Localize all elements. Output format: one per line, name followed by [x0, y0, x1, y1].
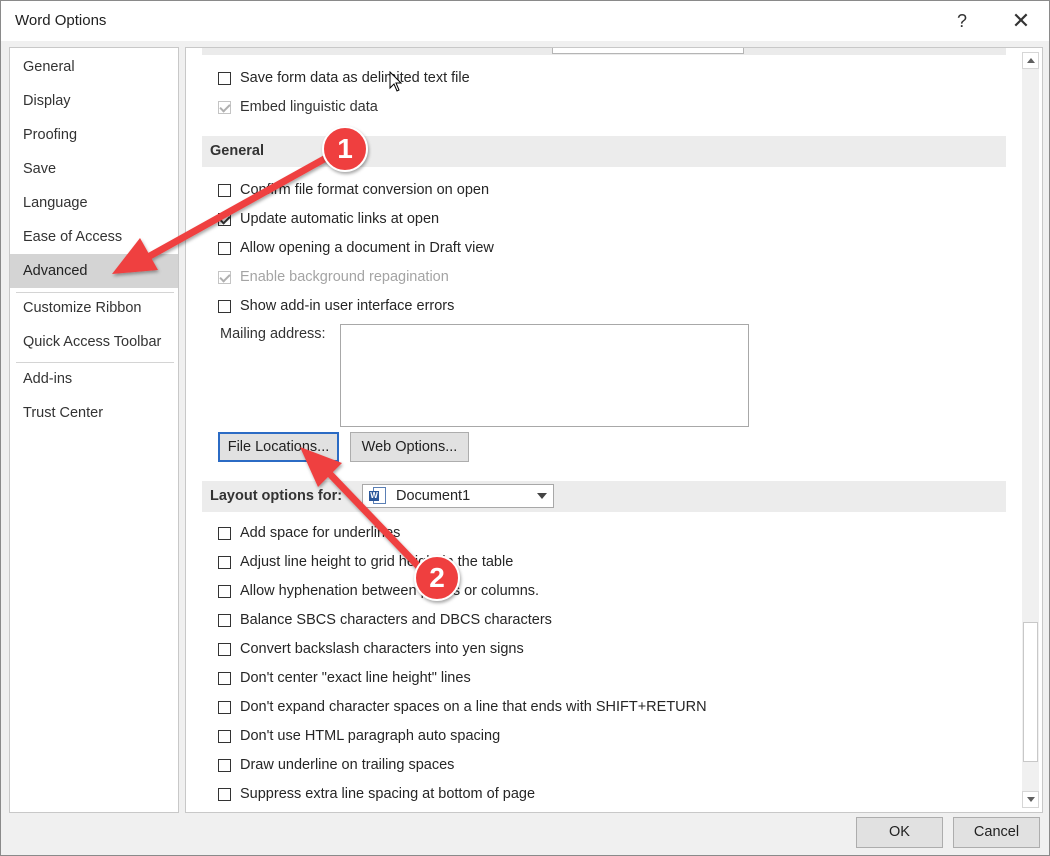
nav-item-trust-center[interactable]: Trust Center — [10, 396, 178, 430]
layout-document-value: Document1 — [396, 488, 471, 504]
title-bar: Word Options ? ✕ — [1, 1, 1049, 41]
cancel-button[interactable]: Cancel — [953, 817, 1040, 848]
vertical-scrollbar[interactable] — [1022, 52, 1039, 808]
checkbox[interactable] — [218, 671, 231, 685]
layout-document-dropdown[interactable]: W Document1 — [362, 484, 554, 508]
nav-item-ease-of-access[interactable]: Ease of Access — [10, 220, 178, 254]
mailing-address-input[interactable] — [340, 324, 749, 427]
balance-sbcs-option[interactable]: Balance SBCS characters and DBCS charact… — [218, 610, 552, 630]
close-icon[interactable]: ✕ — [1007, 7, 1035, 35]
scroll-thumb[interactable] — [1023, 622, 1038, 762]
scroll-down-button[interactable] — [1022, 791, 1039, 808]
checkbox[interactable] — [218, 729, 231, 743]
mouse-cursor-icon — [389, 71, 403, 92]
previous-section-edge — [202, 48, 1006, 55]
step-badge-1: 1 — [322, 126, 368, 172]
checkbox-checked[interactable] — [218, 100, 231, 114]
dont-center-option[interactable]: Don't center "exact line height" lines — [218, 668, 471, 688]
nav-item-add-ins[interactable]: Add-ins — [10, 362, 178, 396]
checkbox[interactable] — [218, 71, 231, 85]
word-options-dialog: Word Options ? ✕ General Display Proofin… — [0, 0, 1050, 856]
update-links-option[interactable]: Update automatic links at open — [218, 209, 439, 229]
nav-item-customize-ribbon[interactable]: Customize Ribbon — [10, 291, 178, 325]
checkbox[interactable] — [218, 700, 231, 714]
nav-item-general[interactable]: General — [10, 50, 178, 84]
embed-linguistic-data-option[interactable]: Embed linguistic data — [218, 97, 378, 117]
nav-item-display[interactable]: Display — [10, 84, 178, 118]
word-document-icon: W — [369, 487, 387, 505]
file-locations-button[interactable]: File Locations... — [218, 432, 339, 462]
checkbox[interactable] — [218, 526, 231, 540]
checkbox[interactable] — [218, 758, 231, 772]
save-form-data-option[interactable]: Save form data as delimited text file — [218, 68, 470, 88]
backslash-yen-option[interactable]: Convert backslash characters into yen si… — [218, 639, 524, 659]
underline-trailing-option[interactable]: Draw underline on trailing spaces — [218, 755, 454, 775]
step-badge-2: 2 — [414, 555, 460, 601]
scroll-up-button[interactable] — [1022, 52, 1039, 69]
confirm-conversion-option[interactable]: Confirm file format conversion on open — [218, 180, 489, 200]
checkbox[interactable] — [218, 183, 231, 197]
arrow-up-icon — [1026, 58, 1035, 63]
draft-view-option[interactable]: Allow opening a document in Draft view — [218, 238, 494, 258]
nav-item-save[interactable]: Save — [10, 152, 178, 186]
suppress-spacing-option[interactable]: Suppress extra line spacing at bottom of… — [218, 784, 535, 804]
checkbox[interactable] — [218, 584, 231, 598]
advanced-options-pane: Save form data as delimited text file Em… — [185, 47, 1043, 813]
cut-off-control — [552, 48, 744, 54]
options-nav: General Display Proofing Save Language E… — [9, 47, 179, 813]
checkbox[interactable] — [218, 241, 231, 255]
checkbox[interactable] — [218, 555, 231, 569]
background-repagination-option[interactable]: Enable background repagination — [218, 267, 449, 287]
checkbox-checked[interactable] — [218, 212, 231, 226]
line-height-grid-option[interactable]: Adjust line height to grid height in the… — [218, 552, 513, 572]
checkbox[interactable] — [218, 613, 231, 627]
hyphenation-option[interactable]: Allow hyphenation between pages or colum… — [218, 581, 539, 601]
nav-item-advanced[interactable]: Advanced — [10, 254, 178, 288]
chevron-down-icon — [537, 493, 547, 499]
underline-space-option[interactable]: Add space for underlines — [218, 523, 400, 543]
nav-item-language[interactable]: Language — [10, 186, 178, 220]
section-header-layout-options: Layout options for: — [202, 481, 1006, 512]
nav-item-proofing[interactable]: Proofing — [10, 118, 178, 152]
help-button[interactable]: ? — [948, 7, 976, 35]
html-spacing-option[interactable]: Don't use HTML paragraph auto spacing — [218, 726, 500, 746]
checkbox[interactable] — [218, 299, 231, 313]
nav-item-quick-access-toolbar[interactable]: Quick Access Toolbar — [10, 325, 178, 359]
dialog-title: Word Options — [15, 12, 107, 29]
dont-expand-option[interactable]: Don't expand character spaces on a line … — [218, 697, 707, 717]
addin-errors-option[interactable]: Show add-in user interface errors — [218, 296, 454, 316]
arrow-down-icon — [1026, 797, 1035, 802]
mailing-address-label: Mailing address: — [220, 326, 326, 342]
web-options-button[interactable]: Web Options... — [350, 432, 469, 462]
checkbox[interactable] — [218, 787, 231, 801]
checkbox-checked[interactable] — [218, 270, 231, 284]
checkbox[interactable] — [218, 642, 231, 656]
ok-button[interactable]: OK — [856, 817, 943, 848]
